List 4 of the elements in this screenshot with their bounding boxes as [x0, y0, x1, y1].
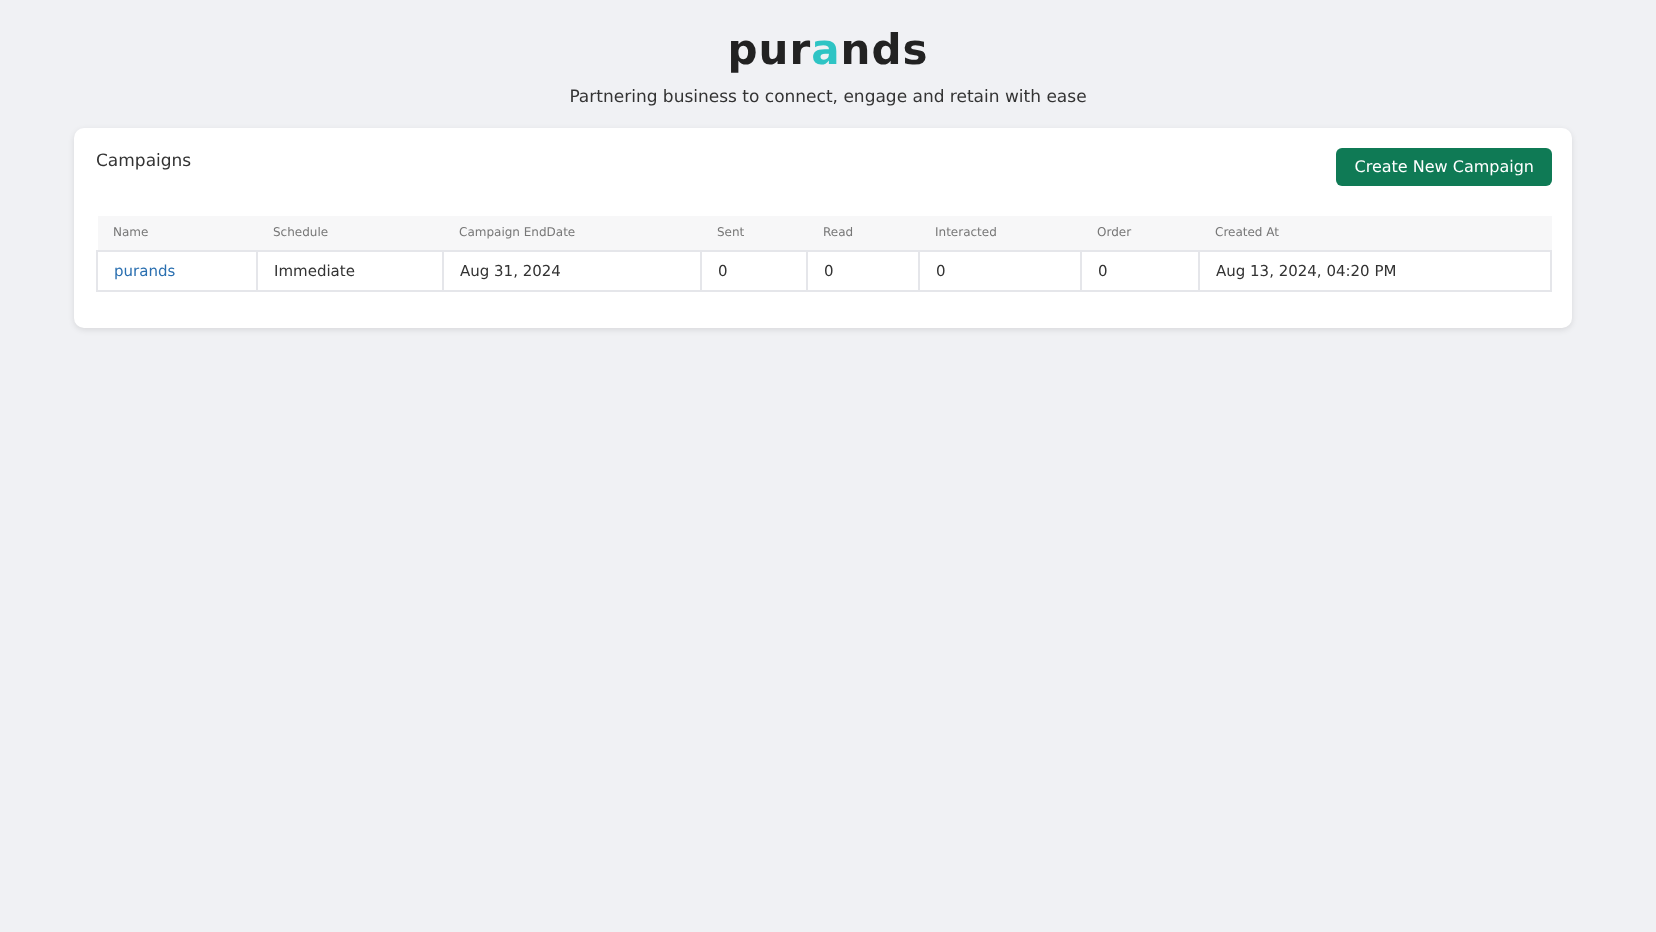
logo: purands — [727, 24, 929, 76]
create-campaign-button[interactable]: Create New Campaign — [1336, 148, 1552, 186]
tagline: Partnering business to connect, engage and retain with ease — [569, 88, 1087, 108]
card-title: Campaigns — [96, 152, 192, 172]
